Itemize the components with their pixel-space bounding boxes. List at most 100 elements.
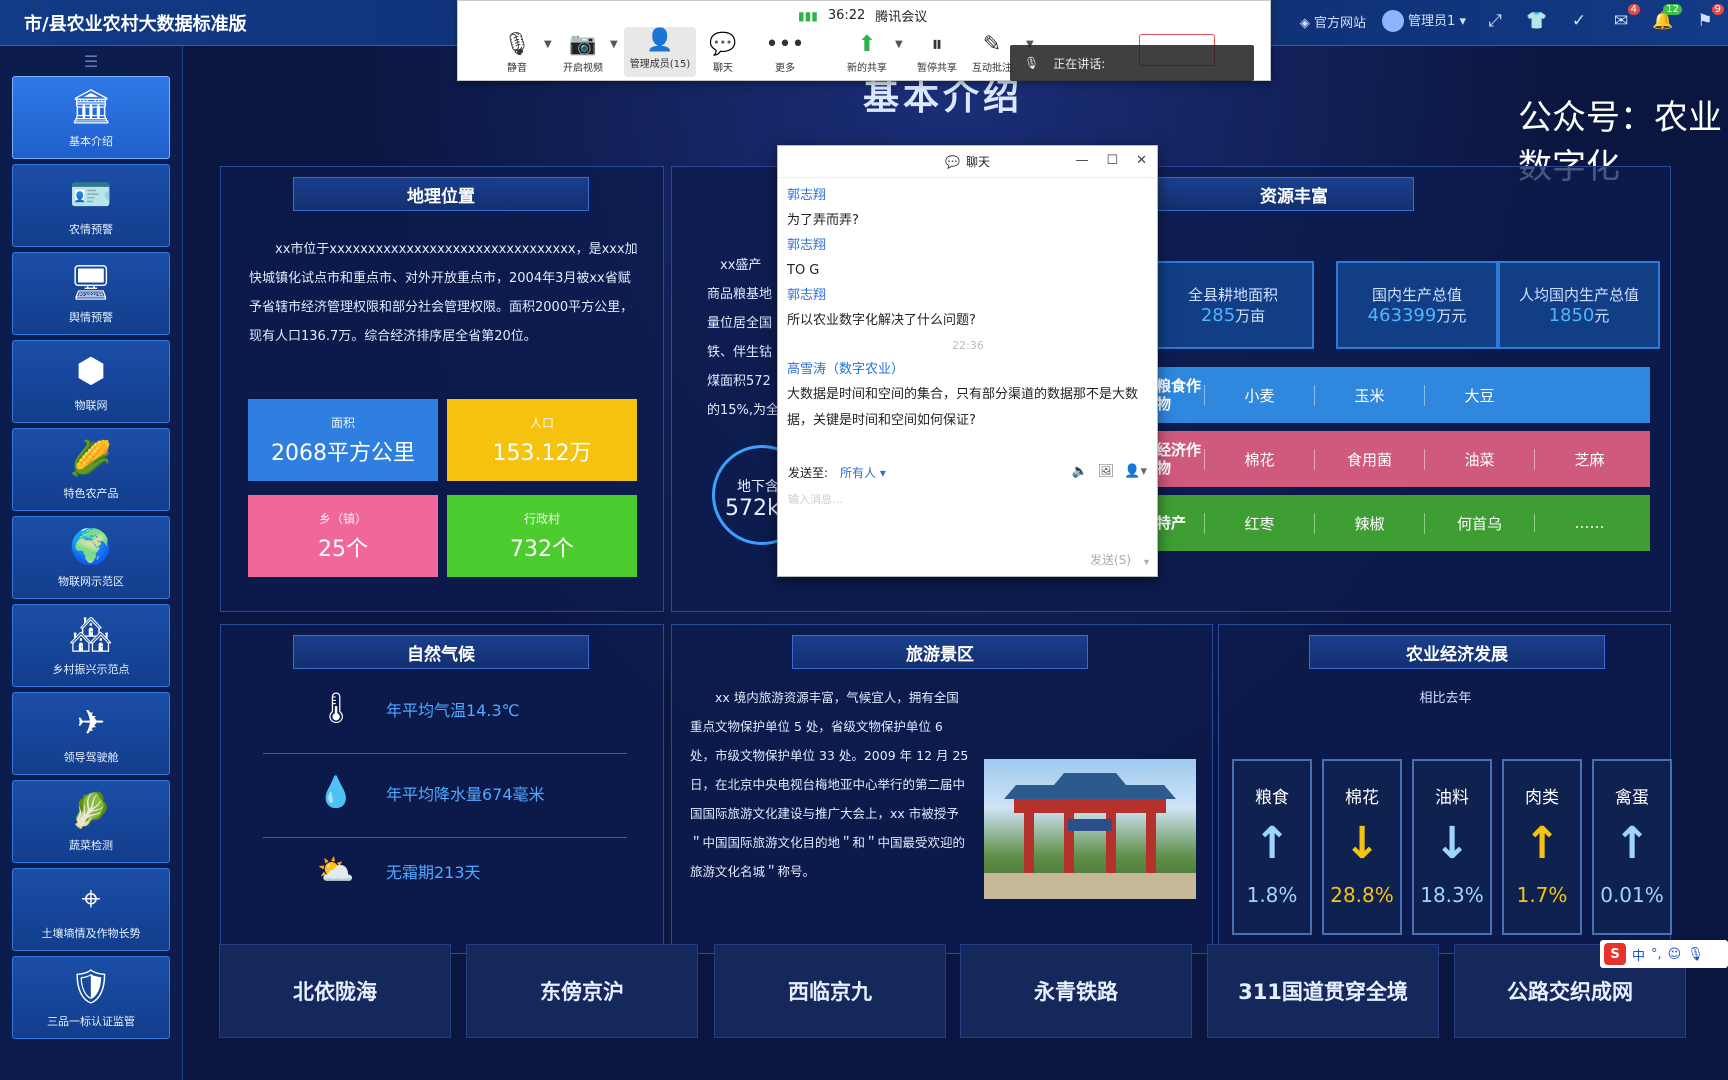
button-label: 新的共享 bbox=[847, 63, 887, 74]
send-options-caret[interactable]: ▾ bbox=[1144, 557, 1149, 568]
shield-check-icon: 🛡 bbox=[69, 966, 113, 1007]
image-icon[interactable]: 🖼 bbox=[1098, 464, 1115, 479]
econ-card-meat: 肉类 ↑ 1.7% bbox=[1502, 759, 1582, 935]
more-button[interactable]: ••• 更多 bbox=[752, 31, 818, 74]
sidebar-item-opinion-warning[interactable]: 🖥 舆情预警 bbox=[12, 252, 170, 335]
top-right-tools: ◈ 官方网站 管理员1 ▾ ⤢ 👕 ✓ ✉ 4 🔔 12 ⚑ 9 bbox=[1300, 4, 1724, 34]
sidebar-item-farm-warning[interactable]: 🪪 农情预警 bbox=[12, 164, 170, 247]
share-options-caret[interactable]: ▼ bbox=[895, 39, 903, 50]
geo-panel: 地理位置 xx市位于xxxxxxxxxxxxxxxxxxxxxxxxxxxxxx… bbox=[220, 166, 664, 612]
middle-line: 商品粮基地 bbox=[707, 287, 773, 302]
minimize-icon[interactable]: — bbox=[1075, 153, 1088, 168]
sidebar-item-specialty-products[interactable]: 🌽 特色农产品 bbox=[12, 428, 170, 511]
arrow-down-icon: ↓ bbox=[1343, 818, 1381, 869]
video-options-caret[interactable]: ▼ bbox=[610, 39, 618, 50]
res-gdp: 国内生产总值 463399万元 bbox=[1336, 261, 1498, 349]
res-cultivated-area: 全县耕地面积 285万亩 bbox=[1152, 261, 1314, 349]
sidebar-item-leader-cockpit[interactable]: ✈ 领导驾驶舱 bbox=[12, 692, 170, 775]
check-circle-icon[interactable]: ✓ bbox=[1566, 8, 1592, 34]
official-site-link[interactable]: ◈ 官方网站 bbox=[1300, 12, 1366, 31]
economy-title: 农业经济发展 bbox=[1309, 635, 1605, 669]
message-time: 22:36 bbox=[952, 339, 984, 352]
tourism-title: 旅游景区 bbox=[792, 635, 1088, 669]
video-off-icon: 📷 bbox=[569, 32, 597, 57]
middle-line: 煤面积572 bbox=[707, 374, 771, 389]
stat-value: 2068平方公里 bbox=[271, 440, 415, 466]
message-text: 大数据是时间和空间的集合，只有部分渠道的数据那不是大数据，关键是时间和空间如何保… bbox=[787, 387, 1139, 428]
app-title: 市/县农业农村大数据标准版 bbox=[24, 14, 247, 35]
globe-icon: 🌍 bbox=[69, 526, 113, 567]
sidebar-item-soil-moisture[interactable]: ⌖ 土壤墒情及作物长势 bbox=[12, 868, 170, 951]
econ-card-eggs: 禽蛋 ↑ 0.01% bbox=[1592, 759, 1672, 935]
sidebar-item-label: 乡村振兴示范点 bbox=[52, 662, 130, 676]
send-button[interactable]: 发送(S) bbox=[1090, 551, 1131, 568]
sidebar-item-rural-revival[interactable]: 🏘 乡村振兴示范点 bbox=[12, 604, 170, 687]
hexagon-network-icon: ⬢ bbox=[76, 350, 106, 391]
mute-button[interactable]: 🎙 静音 bbox=[484, 31, 550, 74]
message-text: 所以农业数字化解决了什么问题? bbox=[787, 313, 976, 328]
crop-cell: …… bbox=[1534, 514, 1644, 532]
video-button[interactable]: 📷 开启视频 bbox=[550, 31, 616, 74]
crop-cell: 何首乌 bbox=[1424, 512, 1534, 534]
sidebar-item-certification[interactable]: 🛡 三品一标认证监管 bbox=[12, 956, 170, 1039]
button-label: 暂停共享 bbox=[917, 63, 957, 74]
sidebar-toggle-icon[interactable]: ☰ bbox=[0, 46, 182, 76]
emoji-icon: ☺ bbox=[1667, 946, 1682, 962]
chat-tools: 🔈 🖼 👤▾ bbox=[1072, 464, 1147, 479]
manage-members-button[interactable]: 👤 管理成员(15) bbox=[624, 27, 696, 77]
chat-button[interactable]: 💬 聊天 bbox=[690, 31, 756, 74]
sogou-logo-icon: S bbox=[1604, 943, 1626, 965]
stat-value: 153.12万 bbox=[492, 440, 592, 466]
close-icon[interactable]: ✕ bbox=[1136, 153, 1147, 168]
crop-category: 经济作物 bbox=[1156, 441, 1202, 477]
button-label: 聊天 bbox=[713, 63, 733, 74]
sun-cloud-icon: ⛅ bbox=[317, 853, 355, 888]
ime-toolbar[interactable]: S 中 °, ☺ 🎙 bbox=[1600, 940, 1728, 968]
user-menu[interactable]: 管理员1 ▾ bbox=[1382, 10, 1466, 33]
mention-icon[interactable]: 👤▾ bbox=[1124, 464, 1147, 479]
sidebar-item-label: 舆情预警 bbox=[69, 310, 113, 324]
send-to-label: 发送至: bbox=[788, 466, 829, 480]
stat-label: 人口 bbox=[529, 415, 554, 430]
button-label: 更多 bbox=[775, 63, 795, 74]
res-value: 285 bbox=[1200, 305, 1236, 326]
new-share-button[interactable]: ⬆ 新的共享 bbox=[834, 31, 900, 74]
bell-badge: 12 bbox=[1663, 4, 1682, 15]
ring-label: 地下含 bbox=[737, 479, 779, 495]
monitor-chart-icon: 🖥 bbox=[69, 262, 113, 303]
chat-input[interactable]: 输入消息... bbox=[788, 491, 1148, 541]
climate-rainfall: 💧 年平均降水量674毫米 bbox=[316, 775, 544, 810]
mail-icon[interactable]: ✉ 4 bbox=[1608, 4, 1640, 34]
stat-area: 面积 2068平方公里 bbox=[248, 399, 438, 481]
sidebar-item-iot-demo[interactable]: 🌍 物联网示范区 bbox=[12, 516, 170, 599]
maximize-icon[interactable]: ☐ bbox=[1106, 153, 1118, 168]
crop-cell: 玉米 bbox=[1314, 384, 1424, 406]
econ-card-grain: 粮食 ↑ 1.8% bbox=[1232, 759, 1312, 935]
route-card: 西临京九 bbox=[714, 944, 946, 1038]
crop-row-specialty: 特产 红枣 辣椒 何首乌 …… bbox=[1152, 495, 1650, 551]
sidebar-item-vegetable-testing[interactable]: 🥬 蔬菜检测 bbox=[12, 780, 170, 863]
pause-share-button[interactable]: ⏸ 暂停共享 bbox=[904, 31, 970, 74]
shirt-icon[interactable]: 👕 bbox=[1524, 8, 1550, 34]
resources-title: 资源丰富 bbox=[1144, 177, 1414, 211]
geo-title: 地理位置 bbox=[293, 177, 589, 211]
sidebar-item-basic-intro[interactable]: 🏛 基本介绍 bbox=[12, 76, 170, 159]
bell-icon[interactable]: 🔔 12 bbox=[1650, 4, 1682, 34]
flag-icon[interactable]: ⚑ 9 bbox=[1692, 4, 1724, 34]
sidebar-item-label: 领导驾驶舱 bbox=[63, 750, 119, 764]
sidebar-item-iot[interactable]: ⬢ 物联网 bbox=[12, 340, 170, 423]
fullscreen-icon[interactable]: ⤢ bbox=[1482, 8, 1508, 34]
message-text: 为了弄而弄? bbox=[787, 213, 859, 228]
target-icon: ⌖ bbox=[81, 878, 101, 919]
ime-language: 中 bbox=[1632, 948, 1646, 964]
send-to-select[interactable]: 所有人 ▾ bbox=[840, 464, 886, 481]
message-sender: 高雪涛（数字农业） bbox=[787, 362, 905, 377]
economy-panel: 农业经济发展 相比去年 粮食 ↑ 1.8% 棉花 ↓ 28.8% 油料 ↓ 18.3% 肉类… bbox=[1218, 624, 1672, 954]
sidebar-item-label: 蔬菜检测 bbox=[69, 838, 113, 852]
speaker-icon[interactable]: 🔈 bbox=[1072, 464, 1088, 479]
res-value: 1850 bbox=[1548, 305, 1595, 326]
message-sender: 郭志翔 bbox=[787, 188, 827, 203]
econ-card-cotton: 棉花 ↓ 28.8% bbox=[1322, 759, 1402, 935]
thermometer-icon: 🌡 bbox=[316, 691, 356, 726]
message-text: TO G bbox=[787, 263, 820, 278]
